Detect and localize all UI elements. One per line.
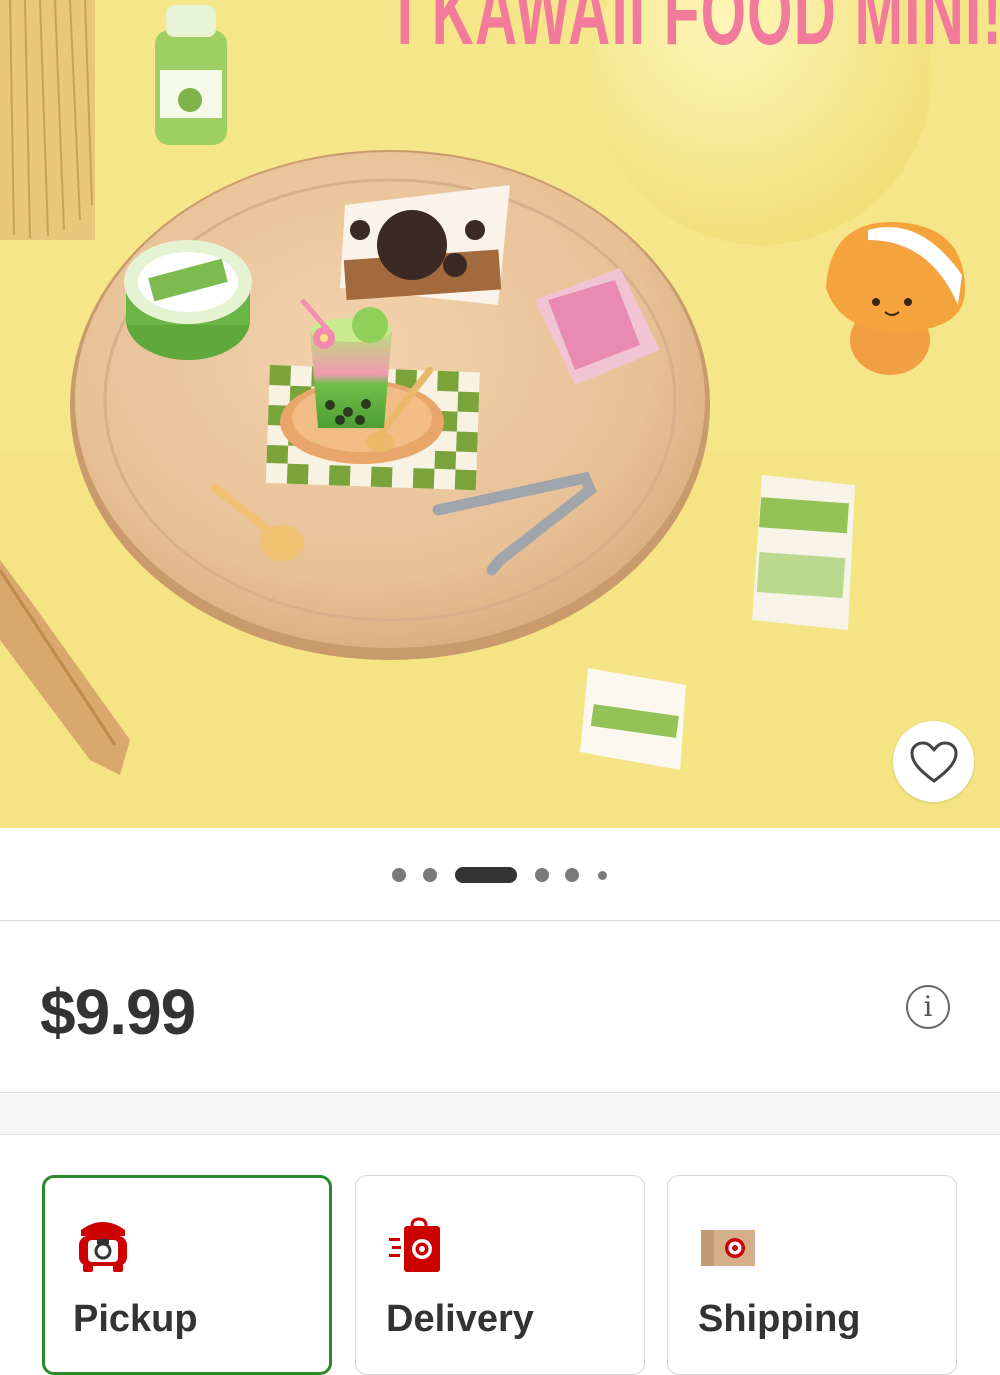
carousel-dot[interactable] xyxy=(598,871,607,880)
carousel-dot[interactable] xyxy=(392,868,406,882)
carousel-dot[interactable] xyxy=(423,868,437,882)
favorite-button[interactable] xyxy=(893,721,974,802)
delivery-bag-icon xyxy=(389,1217,440,1272)
section-separator xyxy=(0,1092,1000,1135)
fulfillment-label: Delivery xyxy=(386,1298,534,1340)
fulfillment-option-shipping[interactable]: Shipping xyxy=(667,1175,957,1375)
price-info-button[interactable]: i xyxy=(906,985,950,1029)
info-icon: i xyxy=(923,990,933,1023)
carousel-dot[interactable] xyxy=(565,868,579,882)
fulfillment-option-delivery[interactable]: Delivery xyxy=(355,1175,645,1375)
divider xyxy=(0,920,1000,921)
shipping-box-icon xyxy=(701,1230,755,1266)
product-image[interactable]: I KAWAII FOOD MINI! xyxy=(0,0,1000,828)
carousel-dot-active[interactable] xyxy=(455,867,517,883)
product-photo xyxy=(0,0,1000,828)
image-banner-text: I KAWAII FOOD MINI! xyxy=(396,0,1000,64)
product-price: $9.99 xyxy=(40,976,196,1048)
fulfillment-label: Pickup xyxy=(73,1298,198,1340)
carousel-dot[interactable] xyxy=(535,868,549,882)
image-carousel-indicator xyxy=(0,866,1000,884)
heart-outline-icon xyxy=(910,741,957,782)
fulfillment-option-pickup[interactable]: Pickup xyxy=(42,1175,332,1375)
fulfillment-label: Shipping xyxy=(698,1298,861,1340)
store-pickup-icon xyxy=(79,1222,127,1272)
